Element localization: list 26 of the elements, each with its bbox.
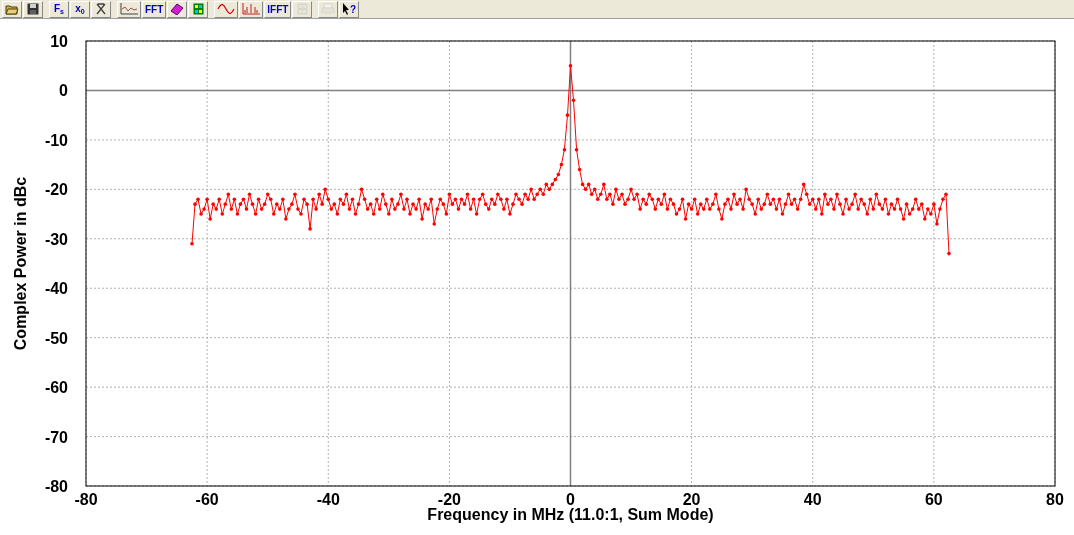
y-axis-title: Complex Power in dBc (12, 176, 29, 351)
toolbar-button[interactable]: FFT (142, 0, 167, 18)
x-tick-label: 0 (566, 491, 575, 508)
x-axis-title: Frequency in MHz (11.0:1, Sum Mode) (427, 506, 714, 523)
x-tick-label: -40 (316, 491, 340, 508)
y-tick-label: -40 (44, 280, 68, 298)
toolbar-button[interactable]: IFFT (264, 0, 292, 18)
x-tick-label: -80 (74, 491, 98, 508)
y-tick-label: 0 (59, 82, 68, 100)
x-tick-label: 40 (803, 491, 822, 508)
x-tick-label: 20 (682, 491, 701, 508)
y-tick-label: -70 (44, 428, 68, 446)
toolbar-button[interactable]: x$_{0}$ (70, 0, 90, 18)
y-tick-label: -50 (44, 329, 68, 347)
x-tick-label: -60 (195, 491, 219, 508)
x-tick-label: 80 (1046, 491, 1064, 508)
y-tick-label: -60 (44, 379, 68, 397)
y-tick-label: -80 (44, 478, 68, 495)
y-tick-label: -10 (44, 131, 68, 149)
toolbar-button[interactable]: F$_{s}$ (49, 0, 69, 18)
x-tick-label: -20 (437, 491, 461, 508)
y-tick-label: 10 (50, 33, 68, 50)
y-tick-label: -20 (44, 181, 68, 199)
x-tick-label: 60 (925, 491, 943, 508)
y-tick-label: -30 (44, 230, 68, 248)
toolbar-button[interactable]: ? (339, 0, 360, 18)
